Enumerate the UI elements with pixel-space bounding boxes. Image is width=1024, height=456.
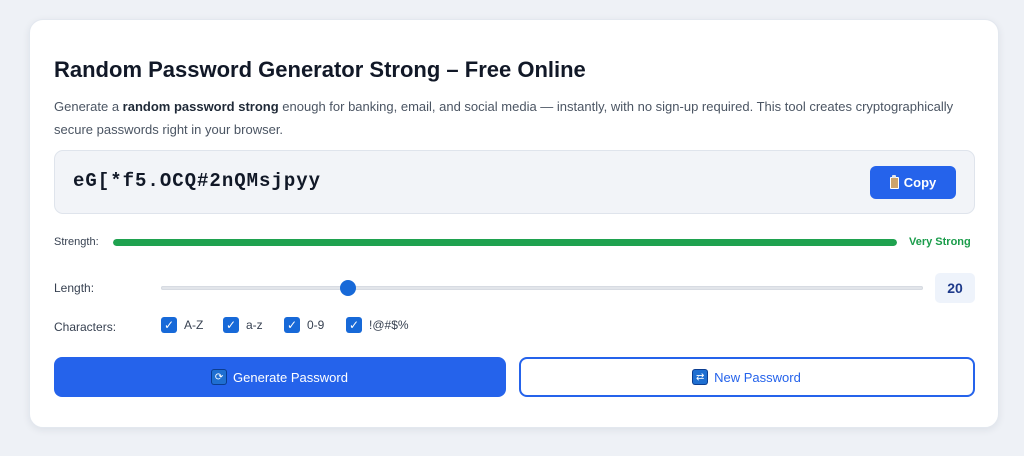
password-display: eG[*f5.OCQ#2nQMsjpyy Copy <box>54 150 975 214</box>
checkbox-symbols[interactable]: ✓ !@#$% <box>346 317 409 333</box>
checkbox-digits-label: 0-9 <box>307 318 325 332</box>
refresh-icon: ⟳ <box>212 370 227 384</box>
copy-button-label: Copy <box>903 175 937 190</box>
new-password-label: New Password <box>714 369 801 385</box>
strength-label: Strength: <box>54 236 99 248</box>
length-label: Length: <box>54 281 95 295</box>
length-slider[interactable] <box>161 280 923 296</box>
generator-card: Random Password Generator Strong – Free … <box>29 19 999 428</box>
checkbox-uppercase-label: A-Z <box>184 318 204 332</box>
repeat-icon: ⇄ <box>693 370 708 384</box>
strength-meter <box>113 239 897 246</box>
checkbox-checked-icon[interactable]: ✓ <box>223 317 239 333</box>
strength-value: Very Strong <box>909 236 971 248</box>
page-title: Random Password Generator Strong – Free … <box>54 57 586 82</box>
password-text[interactable]: eG[*f5.OCQ#2nQMsjpyy <box>73 170 321 192</box>
generate-password-button[interactable]: ⟳ Generate Password <box>54 357 506 397</box>
description-prefix: Generate a <box>54 99 123 114</box>
clipboard-icon <box>889 174 899 189</box>
new-password-button[interactable]: ⇄ New Password <box>519 357 975 397</box>
copy-button[interactable]: Copy <box>870 166 956 199</box>
checkbox-uppercase[interactable]: ✓ A-Z <box>161 317 203 333</box>
strength-meter-fill <box>113 239 897 246</box>
checkbox-lowercase[interactable]: ✓ a-z <box>223 317 263 333</box>
checkbox-digits[interactable]: ✓ 0-9 <box>284 317 324 333</box>
generate-password-label: Generate Password <box>233 369 348 385</box>
description: Generate a random password strong enough… <box>54 95 954 141</box>
checkbox-checked-icon[interactable]: ✓ <box>284 317 300 333</box>
length-slider-thumb[interactable] <box>339 280 356 296</box>
checkbox-lowercase-label: a-z <box>246 318 263 332</box>
length-value: 20 <box>935 273 975 303</box>
checkbox-checked-icon[interactable]: ✓ <box>346 317 362 333</box>
checkbox-symbols-label: !@#$% <box>369 318 409 332</box>
checkbox-checked-icon[interactable]: ✓ <box>161 317 177 333</box>
characters-label: Characters: <box>54 320 117 334</box>
description-keyword: random password strong <box>122 99 279 114</box>
